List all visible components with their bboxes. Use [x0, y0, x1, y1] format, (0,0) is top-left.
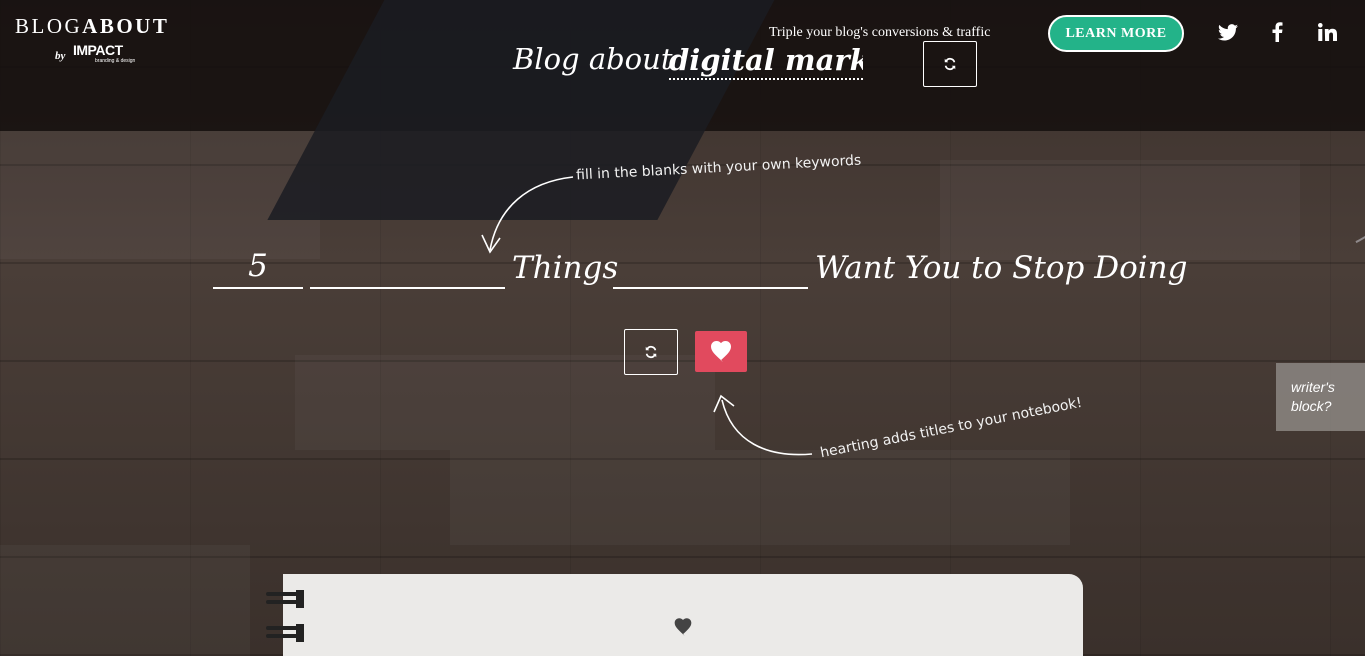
impact-logo-subtitle: branding & design: [95, 58, 136, 64]
logo-by-text: by: [55, 50, 66, 62]
refresh-topic-button[interactable]: [923, 41, 977, 87]
writers-block-tab[interactable]: writer's block?: [1276, 363, 1365, 431]
learn-more-button[interactable]: LEARN MORE: [1048, 15, 1184, 52]
topic-field[interactable]: digital marketing: [669, 40, 863, 80]
impact-logo: IMPACT: [73, 42, 123, 58]
facebook-icon[interactable]: [1265, 20, 1289, 44]
title-blank-adjective[interactable]: [310, 245, 505, 289]
promo-text: Triple your blog's conversions & traffic: [769, 25, 991, 40]
refresh-icon: [944, 57, 956, 71]
notebook-heart-icon: [674, 618, 692, 636]
refresh-title-button[interactable]: [624, 329, 678, 375]
blog-about-prefix: Blog about: [513, 42, 673, 76]
title-notebook: [283, 574, 1083, 656]
title-generator: 5 Things Want You to Stop Doing: [0, 245, 1365, 295]
title-blank-number[interactable]: 5: [213, 245, 303, 289]
hint-arrow-icon: [713, 394, 813, 456]
heart-title-button[interactable]: [695, 331, 747, 372]
title-blank-audience[interactable]: [613, 245, 808, 289]
twitter-icon[interactable]: [1216, 20, 1240, 44]
title-word-ending: Want You to Stop Doing: [815, 250, 1188, 286]
writers-block-line-2: block?: [1291, 398, 1332, 414]
writers-block-line-1: writer's: [1291, 379, 1335, 395]
title-word-things: Things: [512, 250, 619, 286]
notebook-ring-icon: [266, 624, 304, 642]
refresh-icon: [645, 345, 657, 359]
notebook-ring-icon: [266, 590, 304, 608]
heart-icon: [711, 341, 731, 362]
logo-wordmark: BLOGABOUT: [15, 14, 170, 38]
linkedin-icon[interactable]: [1315, 20, 1339, 44]
topic-value: digital marketing: [669, 43, 863, 77]
site-logo[interactable]: BLOGABOUT by IMPACT branding & design: [15, 14, 170, 64]
